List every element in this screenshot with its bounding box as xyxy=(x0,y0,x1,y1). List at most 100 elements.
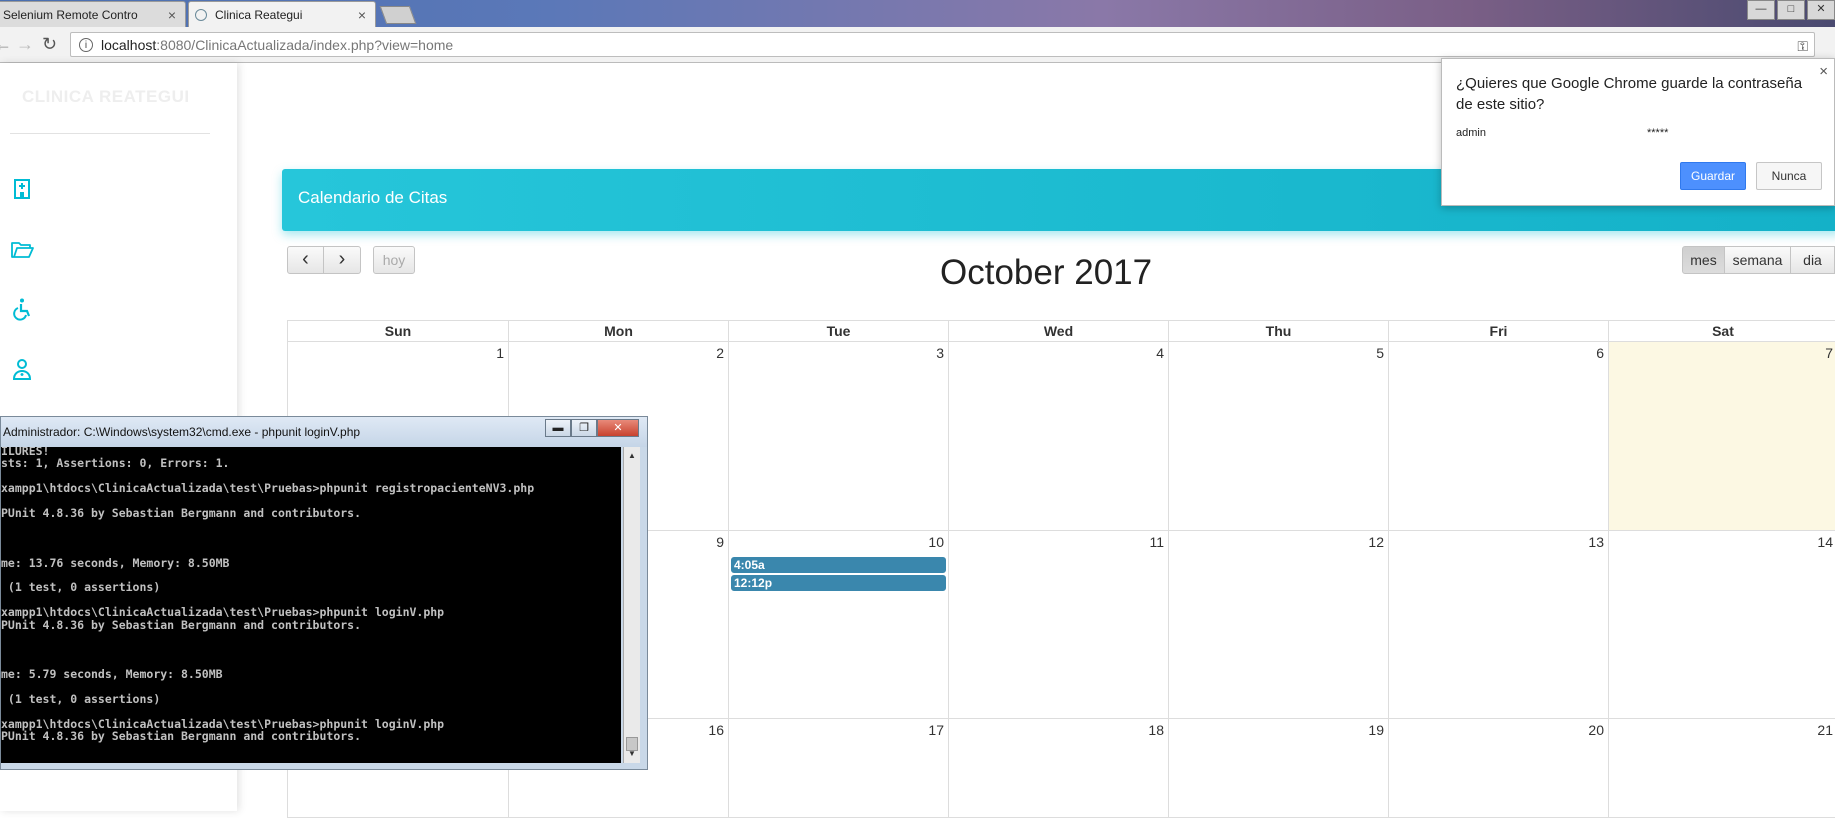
url-host: localhost xyxy=(101,36,157,53)
view-month-button[interactable]: mes xyxy=(1682,246,1725,274)
day-cell[interactable]: 5 xyxy=(1168,341,1389,531)
prev-month-button[interactable]: ‹ xyxy=(287,246,324,274)
view-week-button[interactable]: semana xyxy=(1724,246,1791,274)
day-cell[interactable]: 21 xyxy=(1608,718,1835,818)
cmd-line: me: 5.79 seconds, Memory: 8.50MB xyxy=(1,667,223,682)
weekday-header: Sun xyxy=(287,320,509,342)
day-cell[interactable]: 12 xyxy=(1168,530,1389,719)
scroll-down-icon[interactable]: ▼ xyxy=(625,747,639,761)
day-cell[interactable]: 14 xyxy=(1608,530,1835,719)
wheelchair-icon[interactable] xyxy=(10,297,34,321)
day-number: 18 xyxy=(1148,722,1164,738)
cmd-line: PUnit 4.8.36 by Sebastian Bergmann and c… xyxy=(1,729,362,744)
folder-open-icon[interactable] xyxy=(10,237,34,261)
reload-icon[interactable]: ↻ xyxy=(42,34,57,55)
address-bar[interactable]: i localhost:8080/ClinicaActualizada/inde… xyxy=(70,32,1815,57)
new-tab-button[interactable] xyxy=(379,6,417,24)
day-number: 13 xyxy=(1588,534,1604,550)
tab-clinica[interactable]: Clinica Reategui × xyxy=(188,1,376,27)
cmd-scrollbar[interactable]: ▲ ▼ xyxy=(623,447,640,763)
minimize-window-button[interactable]: — xyxy=(1747,0,1775,20)
close-tab-icon[interactable]: × xyxy=(355,7,369,23)
window-controls: — □ ✕ xyxy=(1745,0,1835,20)
cmd-line: (1 test, 0 assertions) xyxy=(1,692,161,706)
day-cell-today[interactable]: 7 xyxy=(1608,341,1835,531)
next-month-button[interactable]: › xyxy=(323,246,361,274)
cmd-window-controls: ▬ ❐ ✕ xyxy=(545,419,639,437)
saved-username: admin xyxy=(1456,127,1486,139)
url-path: :8080/ClinicaActualizada/index.php?view=… xyxy=(156,36,454,53)
day-cell[interactable]: 3 xyxy=(728,341,949,531)
never-save-button[interactable]: Nunca xyxy=(1756,162,1822,190)
tab-selenium[interactable]: Selenium Remote Contro × xyxy=(0,1,186,27)
appointment-event[interactable]: 4:05a xyxy=(731,557,946,573)
day-cell[interactable]: 6 xyxy=(1388,341,1609,531)
today-button[interactable]: hoy xyxy=(373,246,415,274)
user-doctor-icon[interactable] xyxy=(10,357,34,381)
day-cell[interactable]: 18 xyxy=(948,718,1169,818)
sidebar-divider xyxy=(10,133,210,134)
weekday-header: Tue xyxy=(728,320,949,342)
browser-tab-strip: Selenium Remote Contro × Clinica Reategu… xyxy=(0,0,1835,27)
close-icon[interactable]: × xyxy=(1819,63,1828,80)
day-number: 7 xyxy=(1825,345,1833,361)
save-password-dialog: ¿Quieres que Google Chrome guarde la con… xyxy=(1441,58,1835,206)
day-number: 3 xyxy=(936,345,944,361)
favicon-icon xyxy=(195,8,207,21)
view-day-button[interactable]: dia xyxy=(1790,246,1835,274)
day-number: 21 xyxy=(1817,722,1833,738)
cmd-titlebar[interactable]: Administrador: C:\Windows\system32\cmd.e… xyxy=(1,417,647,447)
day-cell[interactable]: 11 xyxy=(948,530,1169,719)
cmd-close-button[interactable]: ✕ xyxy=(597,419,639,437)
appointment-event[interactable]: 12:12p xyxy=(731,575,946,591)
maximize-window-button[interactable]: □ xyxy=(1777,0,1805,20)
day-number: 11 xyxy=(1149,534,1164,550)
site-info-icon[interactable]: i xyxy=(79,37,93,52)
hospital-icon[interactable] xyxy=(10,176,34,200)
cmd-line: PUnit 4.8.36 by Sebastian Bergmann and c… xyxy=(1,506,362,520)
card-title: Calendario de Citas xyxy=(298,188,448,207)
cmd-line: me: 13.76 seconds, Memory: 8.50MB xyxy=(1,555,230,570)
day-cell[interactable]: 10 4:05a 12:12p xyxy=(728,530,949,719)
close-tab-icon[interactable]: × xyxy=(165,7,179,23)
cmd-line: (1 test, 0 assertions) xyxy=(1,580,161,595)
dialog-message: ¿Quieres que Google Chrome guarde la con… xyxy=(1456,75,1803,113)
day-number: 10 xyxy=(928,534,944,550)
calendar-title: October 2017 xyxy=(940,253,1153,292)
day-number: 2 xyxy=(716,345,724,361)
day-number: 14 xyxy=(1817,534,1833,550)
day-number: 5 xyxy=(1376,345,1384,361)
day-number: 19 xyxy=(1368,722,1384,738)
day-cell[interactable]: 20 xyxy=(1388,718,1609,818)
weekday-header: Thu xyxy=(1168,320,1389,342)
day-number: 17 xyxy=(928,722,944,738)
day-number: 20 xyxy=(1588,722,1604,738)
tab-label: Clinica Reategui xyxy=(215,7,303,22)
weekday-header: Sat xyxy=(1608,320,1835,342)
day-number: 4 xyxy=(1156,345,1164,361)
day-cell[interactable]: 4 xyxy=(948,341,1169,531)
close-window-button[interactable]: ✕ xyxy=(1807,0,1835,20)
day-number: 16 xyxy=(708,722,724,738)
cmd-window: Administrador: C:\Windows\system32\cmd.e… xyxy=(0,416,648,770)
day-cell[interactable]: 19 xyxy=(1168,718,1389,818)
key-icon[interactable]: ⚿ xyxy=(1797,38,1808,55)
cmd-minimize-button[interactable]: ▬ xyxy=(545,419,571,437)
scroll-up-icon[interactable]: ▲ xyxy=(625,449,639,463)
save-password-button[interactable]: Guardar xyxy=(1680,162,1746,190)
cmd-line: xampp1\htdocs\ClinicaActualizada\test\Pr… xyxy=(1,481,535,496)
weekday-header: Wed xyxy=(948,320,1169,342)
weekday-header: Fri xyxy=(1388,320,1609,342)
day-cell[interactable]: 17 xyxy=(728,718,949,818)
day-number: 9 xyxy=(716,534,724,550)
cmd-title: Administrador: C:\Windows\system32\cmd.e… xyxy=(3,425,361,439)
brand-logo[interactable]: CLINICA REATEGUI xyxy=(22,87,190,107)
day-number: 6 xyxy=(1596,345,1604,361)
forward-icon[interactable]: → xyxy=(16,34,34,55)
cmd-console-output[interactable]: ILURES! sts: 1, Assertions: 0, Errors: 1.… xyxy=(1,447,621,763)
day-cell[interactable]: 13 xyxy=(1388,530,1609,719)
tab-label: Selenium Remote Contro xyxy=(3,7,138,22)
day-number: 1 xyxy=(496,345,504,361)
cmd-maximize-button[interactable]: ❐ xyxy=(571,419,597,437)
back-icon[interactable]: ← xyxy=(0,34,12,55)
